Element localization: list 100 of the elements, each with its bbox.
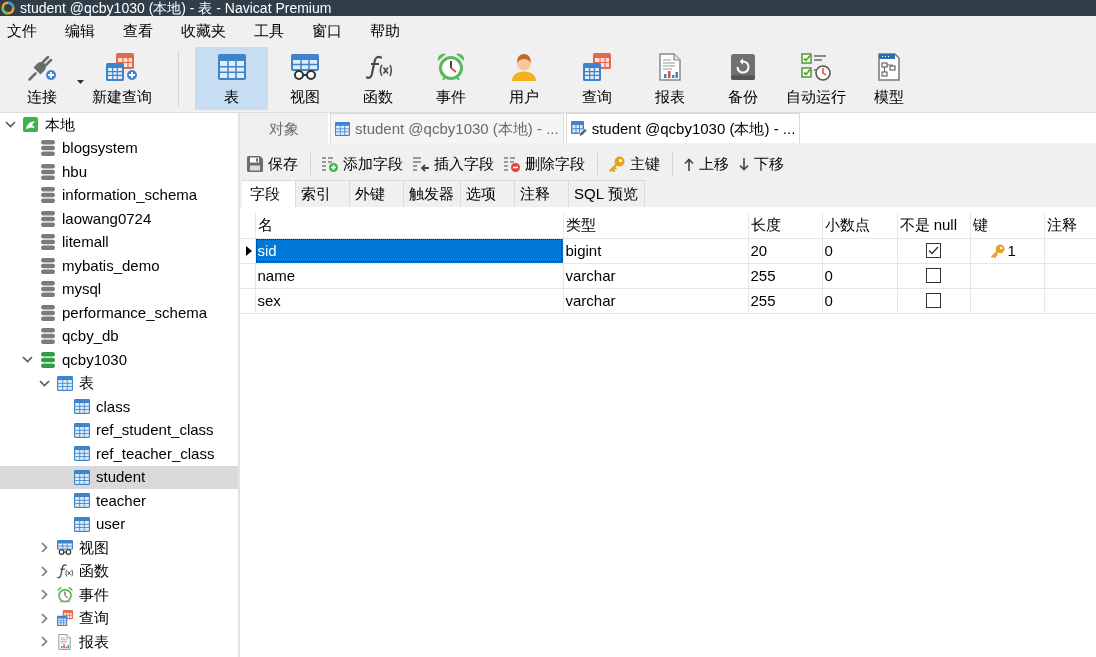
stacked-tables-icon	[582, 53, 611, 81]
toolbar-button[interactable]: 表	[195, 47, 268, 110]
table-cell: varchar	[563, 263, 748, 288]
table-glasses-icon	[56, 540, 73, 556]
tree-item[interactable]: 事件	[0, 583, 238, 607]
toolbar-button[interactable]: 模型	[852, 47, 925, 110]
menu-item[interactable]: 帮助	[363, 20, 407, 41]
tab[interactable]: 字段	[242, 180, 296, 207]
table-icon	[73, 446, 90, 462]
arrow-up-icon	[684, 157, 694, 171]
toolbar-button[interactable]: 插入字段	[412, 155, 495, 173]
toolbar-button[interactable]: 连接	[10, 47, 74, 110]
toolbar-button[interactable]: 下移	[738, 155, 785, 173]
table-cell: 20	[748, 238, 822, 263]
menu-item[interactable]: 窗口	[305, 20, 349, 41]
tree-item[interactable]: performance_schema	[0, 301, 238, 325]
checkbox[interactable]	[926, 268, 941, 283]
tree-item[interactable]: mysql	[0, 277, 238, 301]
tree-item[interactable]: 函数	[0, 559, 238, 583]
dolphin-tile-icon	[23, 117, 38, 133]
tab[interactable]: 对象	[240, 113, 328, 143]
toolbar-button[interactable]: 函数	[341, 47, 414, 110]
tree-item[interactable]: litemall	[0, 230, 238, 254]
menu-item[interactable]: 查看	[116, 20, 160, 41]
table-cell[interactable]: sid	[255, 238, 563, 263]
table-cell[interactable]: name	[255, 263, 563, 288]
table-cell: 255	[748, 263, 822, 288]
toolbar-button[interactable]: 报表	[633, 47, 706, 110]
checkbox[interactable]	[926, 293, 941, 308]
toolbar-button[interactable]: 视图	[268, 47, 341, 110]
tree-item[interactable]: 视图	[0, 536, 238, 560]
tree-item[interactable]: 查询	[0, 606, 238, 630]
tab[interactable]: 注释	[515, 180, 569, 207]
chevron-down-icon[interactable]	[21, 356, 33, 364]
tree-item[interactable]: 表	[0, 371, 238, 395]
app-logo-icon	[1, 1, 15, 15]
chart-document-icon	[58, 633, 71, 650]
tree-item[interactable]: information_schema	[0, 183, 238, 207]
chevron-right-icon[interactable]	[40, 612, 48, 624]
function-icon	[56, 563, 73, 580]
tree-item[interactable]: 本地	[0, 113, 238, 137]
chevron-right-icon[interactable]	[40, 542, 48, 554]
plug-icon	[27, 53, 57, 81]
toolbar-button[interactable]: 上移	[683, 155, 730, 173]
alarm-clock-icon	[436, 53, 465, 81]
tree-item[interactable]: user	[0, 512, 238, 536]
tree-item[interactable]: mybatis_demo	[0, 254, 238, 278]
toolbar-button[interactable]: 用户	[487, 47, 560, 110]
table-cell: 0	[822, 288, 897, 313]
column-header: 不是 null	[897, 213, 970, 238]
toolbar-button[interactable]: 查询	[560, 47, 633, 110]
function-icon	[363, 54, 392, 80]
tree-item[interactable]: qcby_db	[0, 324, 238, 348]
checklist-clock-icon	[800, 53, 831, 81]
caret-icon[interactable]	[76, 79, 84, 84]
column-header: 小数点	[822, 213, 897, 238]
toolbar-button[interactable]: 添加字段	[321, 155, 404, 173]
menu-item[interactable]: 文件	[0, 20, 44, 41]
tree-item[interactable]: ref_student_class	[0, 418, 238, 442]
toolbar-button[interactable]: 删除字段	[503, 155, 586, 173]
tab[interactable]: 选项	[461, 180, 515, 207]
chevron-right-icon[interactable]	[40, 565, 48, 577]
column-header: 类型	[563, 213, 748, 238]
chevron-right-icon[interactable]	[40, 589, 48, 601]
menu-item[interactable]: 编辑	[58, 20, 102, 41]
tree-item[interactable]: qcby1030	[0, 348, 238, 372]
tables-plus-icon	[106, 53, 138, 81]
tree-item[interactable]: 报表	[0, 630, 238, 654]
table-icon	[73, 469, 90, 485]
tab[interactable]: student @qcby1030 (本地) - ...	[565, 113, 801, 143]
column-header: 键	[970, 213, 1044, 238]
tab[interactable]: 外键	[350, 180, 404, 207]
checkbox[interactable]	[926, 243, 941, 258]
tab[interactable]: 索引	[296, 180, 350, 207]
chevron-down-icon[interactable]	[4, 121, 16, 129]
stacked-tables-icon	[56, 610, 73, 627]
tab[interactable]: SQL 预览	[569, 180, 645, 207]
toolbar-button[interactable]: 保存	[246, 155, 299, 173]
tree-item[interactable]: ref_teacher_class	[0, 442, 238, 466]
toolbar-button[interactable]: 事件	[414, 47, 487, 110]
tree-item[interactable]: laowang0724	[0, 207, 238, 231]
list-minus-icon	[504, 156, 520, 172]
tree-item[interactable]: teacher	[0, 489, 238, 513]
toolbar-button[interactable]: 新建查询	[86, 47, 158, 110]
tree-item[interactable]: class	[0, 395, 238, 419]
tree-item[interactable]: blogsystem	[0, 136, 238, 160]
toolbar-button[interactable]: 自动运行	[779, 47, 852, 110]
menu-item[interactable]: 工具	[247, 20, 291, 41]
tree-item[interactable]: student	[0, 465, 238, 489]
window-title: student @qcby1030 (本地) - 表 - Navicat Premium	[20, 0, 332, 16]
chevron-down-icon[interactable]	[38, 379, 50, 387]
tab[interactable]: student @qcby1030 (本地) - ...	[330, 113, 564, 143]
chevron-right-icon[interactable]	[40, 636, 48, 648]
tab[interactable]: 触发器	[404, 180, 461, 207]
menu-item[interactable]: 收藏夹	[174, 20, 233, 41]
toolbar-button[interactable]: 备份	[706, 47, 779, 110]
table-cell[interactable]: sex	[255, 288, 563, 313]
tree-item[interactable]: hbu	[0, 160, 238, 184]
toolbar-button[interactable]: 主键	[608, 155, 661, 173]
diagram-document-icon	[877, 53, 900, 81]
